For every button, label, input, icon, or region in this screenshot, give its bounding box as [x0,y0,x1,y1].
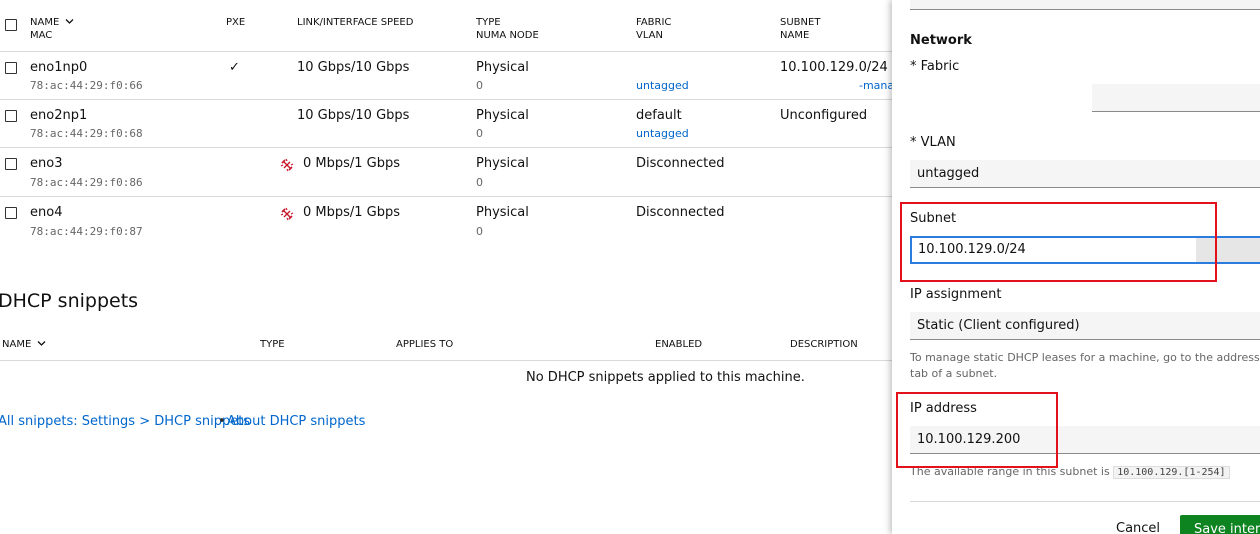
interface-mac: 78:ac:44:29:f0:87 [30,225,143,238]
ip-assignment-label: IP assignment [910,287,1002,302]
row-checkbox[interactable] [5,62,17,74]
interface-name: eno4 [30,205,63,220]
interface-mac: 78:ac:44:29:f0:66 [30,79,143,92]
ip-assignment-help: To manage static DHCP leases for a machi… [910,351,1260,364]
row-checkbox[interactable] [5,207,17,219]
pxe-column-header: PXE [226,17,246,28]
fabric-column-header: FABRIC [636,17,672,28]
interface-speed: 0 Mbps/1 Gbps [303,205,401,220]
vlan-select[interactable]: untagged [910,160,1260,188]
interface-name: eno2np1 [30,108,88,123]
fabric-value: Disconnected [636,205,725,220]
interface-type: Physical [476,108,529,123]
numa-column-header: NUMA NODE [476,30,539,41]
select-all-checkbox[interactable] [5,19,17,31]
speed-column-header: LINK/INTERFACE SPEED [297,17,414,28]
fabric-select[interactable] [1092,84,1260,112]
empty-state-message: No DHCP snippets applied to this machine… [526,370,805,385]
subnet-highlight-box [900,202,1217,282]
interface-numa: 0 [476,127,483,140]
fabric-label: * Fabric [910,59,960,74]
interface-type: Physical [476,60,529,75]
mac-column-header: MAC [30,30,53,41]
interface-name: eno1np0 [30,60,88,75]
chevron-down-icon [65,16,74,29]
row-checkbox[interactable] [5,110,17,122]
interface-numa: 0 [476,79,483,92]
ip-assignment-help-2: tab of a subnet. [910,367,998,380]
pxe-check-icon: ✓ [229,60,240,75]
subnet-value: 10.100.129.0/24 [780,60,888,75]
all-snippets-link[interactable]: All snippets: Settings > DHCP snippets [0,414,250,430]
dhcp-applies-column-header: APPLIES TO [396,339,454,350]
vlan-link[interactable]: untagged [636,79,689,93]
interface-speed: 10 Gbps/10 Gbps [297,108,410,123]
row-checkbox[interactable] [5,158,17,170]
dhcp-type-column-header: TYPE [260,339,285,350]
subnet-name-column-header: NAME [780,30,810,41]
ip-range-code: 10.100.129.[1-254] [1113,466,1230,479]
chevron-down-icon [37,338,46,351]
interface-speed: 10 Gbps/10 Gbps [297,60,410,75]
disconnected-link-icon [280,157,294,176]
vlan-link[interactable]: untagged [636,127,689,141]
type-column-header: TYPE [476,17,501,28]
disconnected-link-icon [280,206,294,225]
interface-name: eno3 [30,156,63,171]
link-separator: • [218,414,226,429]
interface-type: Physical [476,205,529,220]
vlan-column-header: VLAN [636,30,663,41]
interface-mac: 78:ac:44:29:f0:68 [30,127,143,140]
vlan-label: * VLAN [910,135,956,150]
interface-type: Physical [476,156,529,171]
cancel-button[interactable]: Cancel [1116,521,1160,534]
fabric-value: Disconnected [636,156,725,171]
interface-numa: 0 [476,176,483,189]
top-field[interactable] [910,0,1260,10]
dhcp-description-column-header: DESCRIPTION [790,339,858,350]
about-dhcp-link[interactable]: About DHCP snippets [227,414,365,430]
interface-speed: 0 Mbps/1 Gbps [303,156,401,171]
ip-assignment-select[interactable]: Static (Client configured) [910,312,1260,340]
subnet-value: Unconfigured [780,108,868,123]
section-title: DHCP snippets [0,290,139,312]
dhcp-name-column-header[interactable]: NAME [2,338,46,351]
network-heading: Network [910,33,972,48]
subnet-column-header: SUBNET [780,17,821,28]
name-column-header[interactable]: NAME [30,16,74,29]
subnet-name-link[interactable]: -mana [859,79,894,93]
ip-address-highlight-box [896,392,1058,468]
footer-divider [910,501,1260,502]
fabric-value: default [636,108,682,123]
interface-mac: 78:ac:44:29:f0:86 [30,176,143,189]
dhcp-enabled-column-header: ENABLED [655,339,703,350]
save-interface-button[interactable]: Save interfa [1180,515,1260,534]
interface-numa: 0 [476,225,483,238]
